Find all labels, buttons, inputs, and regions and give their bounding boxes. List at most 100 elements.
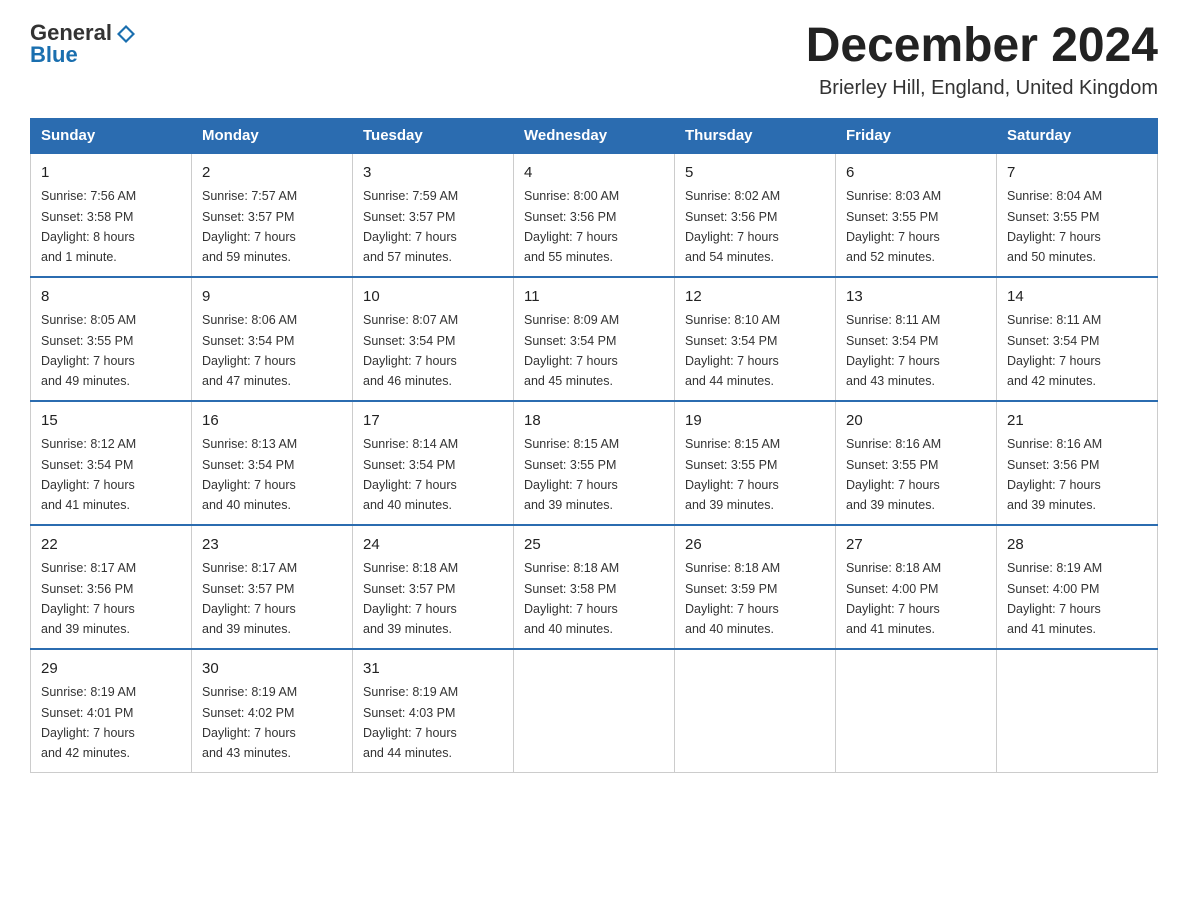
calendar-cell: 19 Sunrise: 8:15 AMSunset: 3:55 PMDaylig… xyxy=(675,401,836,525)
day-info: Sunrise: 8:19 AMSunset: 4:01 PMDaylight:… xyxy=(41,685,136,760)
weekday-header-monday: Monday xyxy=(192,118,353,153)
day-number: 29 xyxy=(41,658,181,681)
day-number: 7 xyxy=(1007,162,1147,185)
day-number: 11 xyxy=(524,286,664,309)
day-info: Sunrise: 8:06 AMSunset: 3:54 PMDaylight:… xyxy=(202,313,297,388)
day-number: 22 xyxy=(41,534,181,557)
day-info: Sunrise: 8:16 AMSunset: 3:55 PMDaylight:… xyxy=(846,437,941,512)
day-number: 19 xyxy=(685,410,825,433)
calendar-cell xyxy=(997,649,1158,773)
calendar-cell: 18 Sunrise: 8:15 AMSunset: 3:55 PMDaylig… xyxy=(514,401,675,525)
calendar-cell: 26 Sunrise: 8:18 AMSunset: 3:59 PMDaylig… xyxy=(675,525,836,649)
calendar-cell: 31 Sunrise: 8:19 AMSunset: 4:03 PMDaylig… xyxy=(353,649,514,773)
day-number: 23 xyxy=(202,534,342,557)
day-number: 10 xyxy=(363,286,503,309)
day-info: Sunrise: 8:19 AMSunset: 4:03 PMDaylight:… xyxy=(363,685,458,760)
day-info: Sunrise: 8:17 AMSunset: 3:56 PMDaylight:… xyxy=(41,561,136,636)
day-number: 18 xyxy=(524,410,664,433)
calendar-cell: 23 Sunrise: 8:17 AMSunset: 3:57 PMDaylig… xyxy=(192,525,353,649)
location-text: Brierley Hill, England, United Kingdom xyxy=(806,77,1158,100)
day-number: 6 xyxy=(846,162,986,185)
title-block: December 2024 Brierley Hill, England, Un… xyxy=(806,20,1158,100)
day-info: Sunrise: 8:18 AMSunset: 3:58 PMDaylight:… xyxy=(524,561,619,636)
calendar-cell: 29 Sunrise: 8:19 AMSunset: 4:01 PMDaylig… xyxy=(31,649,192,773)
calendar-cell: 3 Sunrise: 7:59 AMSunset: 3:57 PMDayligh… xyxy=(353,153,514,277)
calendar-cell: 5 Sunrise: 8:02 AMSunset: 3:56 PMDayligh… xyxy=(675,153,836,277)
weekday-header-sunday: Sunday xyxy=(31,118,192,153)
day-info: Sunrise: 8:00 AMSunset: 3:56 PMDaylight:… xyxy=(524,189,619,264)
weekday-header-friday: Friday xyxy=(836,118,997,153)
day-info: Sunrise: 8:11 AMSunset: 3:54 PMDaylight:… xyxy=(1007,313,1101,388)
day-number: 21 xyxy=(1007,410,1147,433)
logo-blue-text: Blue xyxy=(30,42,78,68)
logo-flag-icon xyxy=(115,23,137,45)
day-info: Sunrise: 8:07 AMSunset: 3:54 PMDaylight:… xyxy=(363,313,458,388)
page-header: General Blue December 2024 Brierley Hill… xyxy=(30,20,1158,100)
calendar-cell: 4 Sunrise: 8:00 AMSunset: 3:56 PMDayligh… xyxy=(514,153,675,277)
day-info: Sunrise: 8:15 AMSunset: 3:55 PMDaylight:… xyxy=(685,437,780,512)
calendar-cell: 16 Sunrise: 8:13 AMSunset: 3:54 PMDaylig… xyxy=(192,401,353,525)
logo: General Blue xyxy=(30,20,137,68)
day-number: 2 xyxy=(202,162,342,185)
calendar-week-row: 1 Sunrise: 7:56 AMSunset: 3:58 PMDayligh… xyxy=(31,153,1158,277)
day-info: Sunrise: 8:13 AMSunset: 3:54 PMDaylight:… xyxy=(202,437,297,512)
day-number: 16 xyxy=(202,410,342,433)
calendar-cell: 8 Sunrise: 8:05 AMSunset: 3:55 PMDayligh… xyxy=(31,277,192,401)
day-info: Sunrise: 8:16 AMSunset: 3:56 PMDaylight:… xyxy=(1007,437,1102,512)
calendar-cell: 20 Sunrise: 8:16 AMSunset: 3:55 PMDaylig… xyxy=(836,401,997,525)
calendar-cell: 28 Sunrise: 8:19 AMSunset: 4:00 PMDaylig… xyxy=(997,525,1158,649)
calendar-cell: 2 Sunrise: 7:57 AMSunset: 3:57 PMDayligh… xyxy=(192,153,353,277)
calendar-cell: 7 Sunrise: 8:04 AMSunset: 3:55 PMDayligh… xyxy=(997,153,1158,277)
day-info: Sunrise: 8:19 AMSunset: 4:02 PMDaylight:… xyxy=(202,685,297,760)
day-info: Sunrise: 8:03 AMSunset: 3:55 PMDaylight:… xyxy=(846,189,941,264)
calendar-cell: 24 Sunrise: 8:18 AMSunset: 3:57 PMDaylig… xyxy=(353,525,514,649)
day-number: 25 xyxy=(524,534,664,557)
day-number: 4 xyxy=(524,162,664,185)
day-number: 1 xyxy=(41,162,181,185)
calendar-cell: 17 Sunrise: 8:14 AMSunset: 3:54 PMDaylig… xyxy=(353,401,514,525)
calendar-cell: 13 Sunrise: 8:11 AMSunset: 3:54 PMDaylig… xyxy=(836,277,997,401)
day-number: 5 xyxy=(685,162,825,185)
day-info: Sunrise: 8:15 AMSunset: 3:55 PMDaylight:… xyxy=(524,437,619,512)
day-info: Sunrise: 8:10 AMSunset: 3:54 PMDaylight:… xyxy=(685,313,780,388)
calendar-week-row: 8 Sunrise: 8:05 AMSunset: 3:55 PMDayligh… xyxy=(31,277,1158,401)
calendar-week-row: 22 Sunrise: 8:17 AMSunset: 3:56 PMDaylig… xyxy=(31,525,1158,649)
day-info: Sunrise: 8:18 AMSunset: 3:57 PMDaylight:… xyxy=(363,561,458,636)
day-info: Sunrise: 8:18 AMSunset: 3:59 PMDaylight:… xyxy=(685,561,780,636)
weekday-header-thursday: Thursday xyxy=(675,118,836,153)
calendar-cell: 25 Sunrise: 8:18 AMSunset: 3:58 PMDaylig… xyxy=(514,525,675,649)
day-number: 8 xyxy=(41,286,181,309)
calendar-cell: 15 Sunrise: 8:12 AMSunset: 3:54 PMDaylig… xyxy=(31,401,192,525)
calendar-cell xyxy=(514,649,675,773)
calendar-cell: 27 Sunrise: 8:18 AMSunset: 4:00 PMDaylig… xyxy=(836,525,997,649)
day-number: 20 xyxy=(846,410,986,433)
day-info: Sunrise: 8:05 AMSunset: 3:55 PMDaylight:… xyxy=(41,313,136,388)
day-info: Sunrise: 8:12 AMSunset: 3:54 PMDaylight:… xyxy=(41,437,136,512)
calendar-cell: 6 Sunrise: 8:03 AMSunset: 3:55 PMDayligh… xyxy=(836,153,997,277)
calendar-cell: 1 Sunrise: 7:56 AMSunset: 3:58 PMDayligh… xyxy=(31,153,192,277)
day-number: 9 xyxy=(202,286,342,309)
weekday-header-tuesday: Tuesday xyxy=(353,118,514,153)
day-info: Sunrise: 8:18 AMSunset: 4:00 PMDaylight:… xyxy=(846,561,941,636)
day-number: 17 xyxy=(363,410,503,433)
day-number: 27 xyxy=(846,534,986,557)
day-info: Sunrise: 8:11 AMSunset: 3:54 PMDaylight:… xyxy=(846,313,940,388)
calendar-cell: 22 Sunrise: 8:17 AMSunset: 3:56 PMDaylig… xyxy=(31,525,192,649)
day-number: 28 xyxy=(1007,534,1147,557)
day-info: Sunrise: 7:57 AMSunset: 3:57 PMDaylight:… xyxy=(202,189,297,264)
calendar-week-row: 15 Sunrise: 8:12 AMSunset: 3:54 PMDaylig… xyxy=(31,401,1158,525)
weekday-header-saturday: Saturday xyxy=(997,118,1158,153)
day-number: 15 xyxy=(41,410,181,433)
calendar-cell xyxy=(675,649,836,773)
day-info: Sunrise: 7:59 AMSunset: 3:57 PMDaylight:… xyxy=(363,189,458,264)
calendar-cell: 30 Sunrise: 8:19 AMSunset: 4:02 PMDaylig… xyxy=(192,649,353,773)
calendar-cell: 14 Sunrise: 8:11 AMSunset: 3:54 PMDaylig… xyxy=(997,277,1158,401)
calendar-header-row: SundayMondayTuesdayWednesdayThursdayFrid… xyxy=(31,118,1158,153)
calendar-week-row: 29 Sunrise: 8:19 AMSunset: 4:01 PMDaylig… xyxy=(31,649,1158,773)
day-info: Sunrise: 8:19 AMSunset: 4:00 PMDaylight:… xyxy=(1007,561,1102,636)
calendar-cell: 12 Sunrise: 8:10 AMSunset: 3:54 PMDaylig… xyxy=(675,277,836,401)
month-title: December 2024 xyxy=(806,20,1158,73)
day-info: Sunrise: 8:09 AMSunset: 3:54 PMDaylight:… xyxy=(524,313,619,388)
day-number: 24 xyxy=(363,534,503,557)
day-number: 26 xyxy=(685,534,825,557)
